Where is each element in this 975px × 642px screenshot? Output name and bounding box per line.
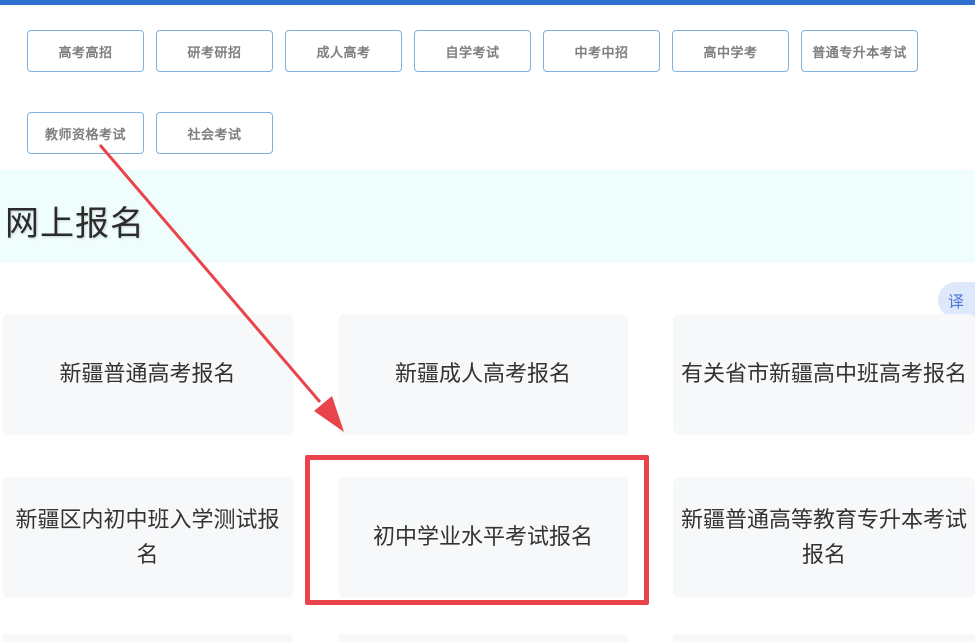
annotation-arrow bbox=[98, 144, 344, 432]
